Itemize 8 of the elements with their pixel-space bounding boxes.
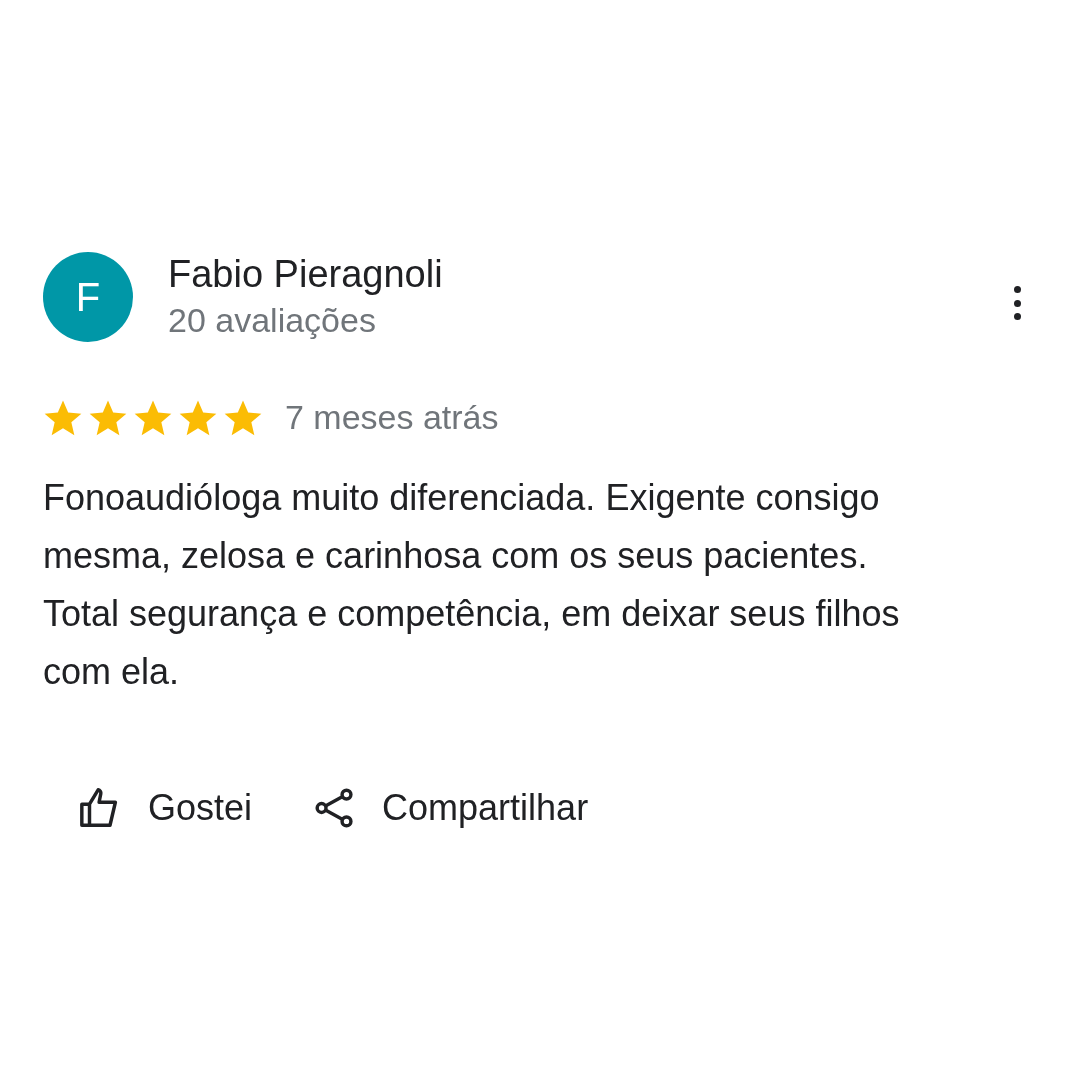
review-date: 7 meses atrás: [285, 397, 499, 438]
review-count: 20 avaliações: [168, 300, 377, 341]
reviewer-name[interactable]: Fabio Pieragnoli: [168, 252, 443, 296]
review-text: Fonoaudióloga muito diferenciada. Exigente consigo mesma, zelosa e carinhosa com os seus pacientes. Total segurança e competência, em deixar seus filhos com ela.: [43, 476, 901, 694]
share-button[interactable]: Compartilhar: [312, 781, 589, 835]
avatar: F: [43, 252, 133, 342]
more-options-icon[interactable]: [1012, 286, 1022, 320]
like-button[interactable]: Gostei: [78, 781, 253, 835]
